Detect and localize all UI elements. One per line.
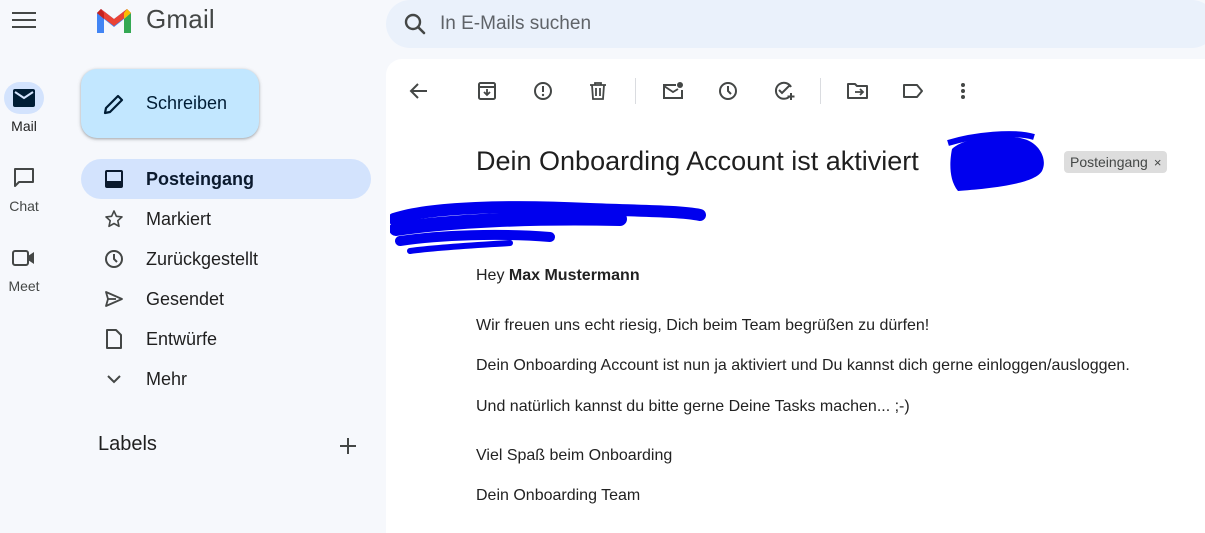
send-icon [102, 287, 126, 311]
folder-nav: Posteingang Markiert Zurückgestellt Gese… [81, 159, 371, 399]
search-button[interactable] [402, 11, 428, 37]
chevron-down-icon [102, 367, 126, 391]
mark-unread-button[interactable] [659, 77, 687, 105]
snooze-button[interactable] [714, 77, 742, 105]
nav-item-label: Mehr [146, 368, 188, 389]
snooze-icon [719, 82, 737, 100]
redaction-scribble [390, 201, 706, 254]
rail-item-meet[interactable]: Meet [0, 242, 48, 294]
remove-label-button[interactable]: × [1154, 155, 1162, 170]
gmail-logo[interactable]: Gmail [94, 4, 215, 35]
hamburger-icon [12, 12, 36, 28]
email-body-line: Und natürlich kannst du bitte gerne Dein… [476, 398, 910, 415]
report-spam-icon [534, 82, 552, 100]
rail-item-label: Mail [11, 118, 37, 134]
nav-item-sent[interactable]: Gesendet [81, 279, 371, 319]
nav-item-drafts[interactable]: Entwürfe [81, 319, 371, 359]
move-to-icon [847, 83, 868, 99]
search-input[interactable] [440, 13, 1040, 35]
email-greeting: Hey Max Mustermann [476, 267, 640, 285]
gmail-m-logo-icon [97, 8, 131, 33]
compose-label: Schreiben [146, 93, 228, 113]
inbox-icon [102, 167, 126, 191]
report-spam-button[interactable] [529, 77, 557, 105]
search-icon [404, 13, 426, 35]
nav-item-snoozed[interactable]: Zurückgestellt [81, 239, 371, 279]
label-chip: Posteingang × [1064, 151, 1168, 173]
greeting-word: Hey [476, 267, 505, 284]
add-label-button[interactable] [336, 434, 360, 458]
delete-button[interactable] [584, 77, 612, 105]
more-vert-icon [961, 83, 965, 99]
recipient-name: Max Mustermann [508, 267, 640, 284]
rail-item-mail[interactable]: Mail [0, 82, 48, 134]
nav-item-label: Zurückgestellt [146, 248, 259, 269]
label-chip-text: Posteingang [1070, 154, 1148, 170]
label-button[interactable] [899, 77, 927, 105]
nav-item-inbox[interactable]: Posteingang [81, 159, 371, 199]
more-options-button[interactable] [949, 77, 977, 105]
nav-item-label: Posteingang [146, 168, 255, 189]
chat-icon [4, 162, 44, 194]
nav-item-more[interactable]: Mehr [81, 359, 371, 399]
rail-item-label: Meet [8, 278, 40, 294]
add-to-tasks-button[interactable] [770, 77, 798, 105]
move-to-button[interactable] [844, 77, 872, 105]
mail-icon [4, 82, 44, 114]
message-view: Dein Onboarding Account ist aktiviert Po… [386, 59, 1205, 533]
label-icon [903, 84, 923, 98]
redaction-scribble [947, 131, 1044, 191]
add-to-tasks-icon [774, 81, 795, 100]
back-arrow-icon [409, 83, 427, 99]
email-subject: Dein Onboarding Account ist aktiviert [476, 146, 919, 176]
rail-item-label: Chat [9, 198, 39, 214]
back-button[interactable] [405, 77, 433, 105]
draft-icon [102, 327, 126, 351]
archive-icon [478, 82, 496, 100]
archive-button[interactable] [473, 77, 501, 105]
email-body-line: Wir freuen uns echt riesig, Dich beim Te… [476, 317, 930, 334]
nav-item-label: Entwürfe [146, 328, 218, 349]
nav-item-starred[interactable]: Markiert [81, 199, 371, 239]
app-rail: Mail Chat Meet [0, 0, 66, 533]
labels-heading: Labels [98, 433, 157, 455]
meet-icon [4, 242, 44, 274]
email-signature: Dein Onboarding Team [476, 487, 641, 504]
nav-item-label: Markiert [146, 208, 212, 229]
app-name: Gmail [146, 4, 215, 34]
main-menu-button[interactable] [12, 8, 36, 32]
toolbar-divider [820, 78, 821, 104]
nav-item-label: Gesendet [146, 288, 225, 309]
pencil-icon [101, 91, 127, 117]
compose-button[interactable]: Schreiben [81, 69, 259, 138]
toolbar-divider [635, 78, 636, 104]
search-bar [386, 0, 1205, 48]
email-body-line: Dein Onboarding Account ist nun ja aktiv… [476, 357, 1130, 374]
email-body-line: Viel Spaß beim Onboarding [476, 447, 673, 464]
plus-icon [340, 438, 356, 454]
rail-item-chat[interactable]: Chat [0, 162, 48, 214]
delete-icon [590, 82, 606, 100]
mark-unread-icon [663, 82, 683, 99]
star-icon [102, 207, 126, 231]
clock-icon [102, 247, 126, 271]
